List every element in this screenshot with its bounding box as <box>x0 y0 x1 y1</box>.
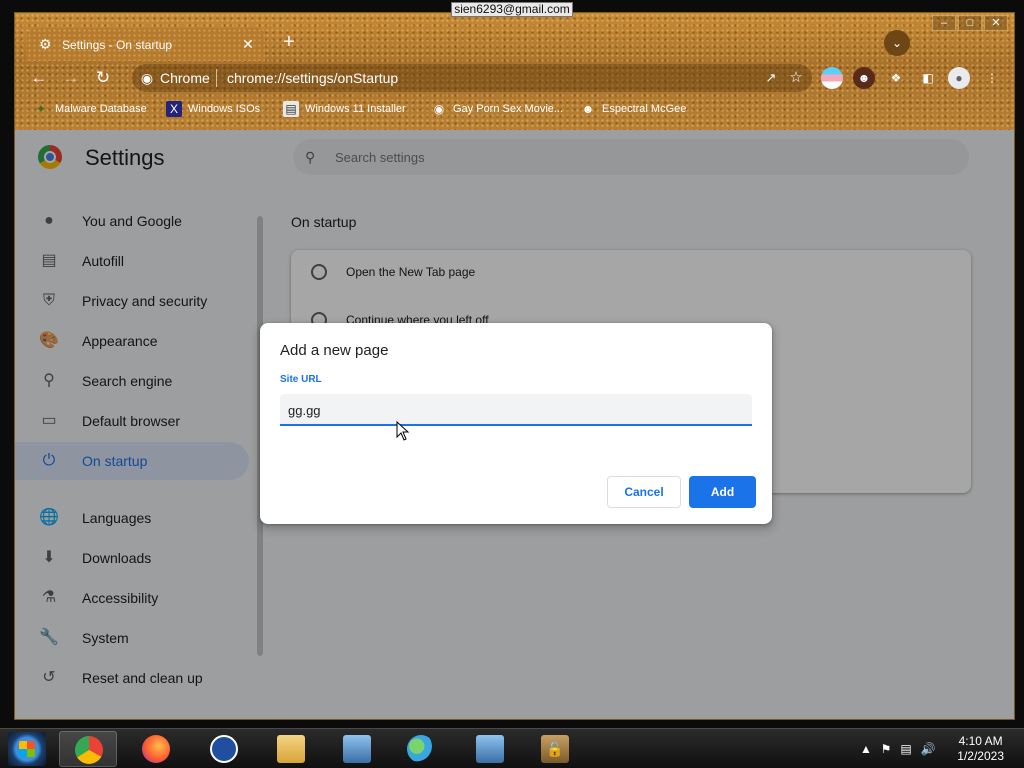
bookmark-label: Windows ISOs <box>188 103 261 115</box>
omnibox-url[interactable]: chrome://settings/onStartup <box>227 70 398 86</box>
tab-title: Settings - On startup <box>62 38 173 52</box>
toolbar: ← → ↻ ◉ Chrome chrome://settings/onStart… <box>15 61 1014 95</box>
side-panel-icon[interactable]: ◧ <box>917 67 939 89</box>
add-button[interactable]: Add <box>689 476 756 508</box>
chrome-site-icon[interactable]: ◉ <box>138 69 156 87</box>
network-icon[interactable]: ▤ <box>898 741 914 757</box>
bookmark-favicon-icon: X <box>166 101 182 117</box>
site-url-label: Site URL <box>280 374 322 385</box>
minimize-button[interactable]: – <box>932 15 956 31</box>
add-page-dialog: Add a new page Site URL Cancel Add <box>260 323 772 524</box>
taskbar-remote-2[interactable] <box>461 731 519 767</box>
taskbar-security[interactable]: 🔓 <box>526 731 584 767</box>
new-tab-button[interactable]: + <box>278 32 300 54</box>
bookmark-item[interactable]: ▤ Windows 11 Installer <box>283 99 406 119</box>
taskbar-app[interactable] <box>195 731 253 767</box>
mouse-cursor-icon <box>396 421 410 441</box>
tab-settings[interactable]: ⚙ Settings - On startup ✕ <box>27 28 265 61</box>
forward-icon[interactable]: → <box>59 66 83 90</box>
folder-icon <box>277 735 305 763</box>
campaign-logo-icon <box>210 735 238 763</box>
padlock-icon: 🔓 <box>541 735 569 763</box>
cancel-button[interactable]: Cancel <box>607 476 681 508</box>
site-url-field[interactable] <box>280 394 752 426</box>
account-email-tag: sien6293@gmail.com <box>451 2 573 17</box>
bookmark-item[interactable]: X Windows ISOs <box>166 99 260 119</box>
extension-avatar-icon[interactable]: ☻ <box>853 67 875 89</box>
omnibox-host: Chrome <box>160 70 210 86</box>
share-icon[interactable]: ↗ <box>762 69 780 87</box>
window-controls: – □ ✕ <box>932 15 1008 31</box>
omnibox[interactable]: ◉ Chrome chrome://settings/onStartup ↗ ☆ <box>132 64 812 92</box>
bookmark-label: Espectral McGee <box>602 103 687 115</box>
bookmark-label: Gay Porn Sex Movie... <box>453 103 564 115</box>
settings-page: Settings ⚲ ● You and Google ▤ Autofill ⛨ <box>15 130 1014 719</box>
close-window-button[interactable]: ✕ <box>984 15 1008 31</box>
taskbar-chrome[interactable] <box>59 731 117 767</box>
browser-frame: – □ ✕ ⚙ Settings - On startup ✕ + ⌄ ← → … <box>15 13 1014 130</box>
bookmark-star-icon[interactable]: ☆ <box>787 69 805 87</box>
start-button[interactable] <box>8 732 46 766</box>
menu-kebab-icon[interactable]: ⋮ <box>981 67 1003 89</box>
chrome-window: – □ ✕ ⚙ Settings - On startup ✕ + ⌄ ← → … <box>14 12 1015 720</box>
bookmarks-bar: ✦ Malware Database X Windows ISOs ▤ Wind… <box>15 97 1014 121</box>
extension-flag-icon[interactable] <box>821 67 843 89</box>
chrome-icon <box>75 736 103 764</box>
gear-icon: ⚙ <box>39 36 52 52</box>
bookmark-favicon-icon: ☻ <box>581 102 595 116</box>
firefox-icon <box>142 735 170 763</box>
people-icon <box>407 735 435 763</box>
clock[interactable]: 4:10 AM 1/2/2023 <box>957 734 1004 764</box>
bookmark-item[interactable]: ◉ Gay Porn Sex Movie... <box>431 99 563 119</box>
site-url-input[interactable] <box>288 400 738 420</box>
volume-icon[interactable]: 🔊 <box>920 741 936 757</box>
computer-icon <box>476 735 504 763</box>
taskbar-remote[interactable] <box>328 731 386 767</box>
bookmark-favicon-icon: ◉ <box>433 102 445 116</box>
clock-date: 1/2/2023 <box>957 749 1004 763</box>
reload-icon[interactable]: ↻ <box>91 66 115 90</box>
chevron-up-icon[interactable]: ▲ <box>858 741 874 757</box>
taskbar-explorer[interactable] <box>262 731 320 767</box>
tab-search-button[interactable]: ⌄ <box>884 30 910 56</box>
taskbar: 🔓 ▲ ⚑ ▤ 🔊 4:10 AM 1/2/2023 <box>0 728 1024 768</box>
bookmark-item[interactable]: ✦ Malware Database <box>33 99 147 119</box>
bookmark-label: Malware Database <box>55 103 147 115</box>
back-icon[interactable]: ← <box>27 66 51 90</box>
bookmark-label: Windows 11 Installer <box>305 103 406 115</box>
flag-icon[interactable]: ⚑ <box>878 741 894 757</box>
clock-time: 4:10 AM <box>958 734 1003 748</box>
taskbar-messenger[interactable] <box>392 731 450 767</box>
desktop: sien6293@gmail.com – □ ✕ ⚙ Settings - On… <box>0 0 1024 768</box>
bookmark-favicon-icon: ▤ <box>283 101 299 117</box>
close-tab-icon[interactable]: ✕ <box>239 35 257 53</box>
maximize-button[interactable]: □ <box>958 15 982 31</box>
bookmark-item[interactable]: ☻ Espectral McGee <box>580 99 687 119</box>
bookmark-favicon-icon: ✦ <box>35 102 47 116</box>
system-tray: ▲ ⚑ ▤ 🔊 4:10 AM 1/2/2023 <box>834 729 1024 768</box>
profile-icon[interactable]: ● <box>948 67 970 89</box>
computer-icon <box>343 735 371 763</box>
omnibox-divider <box>216 69 217 87</box>
dialog-title: Add a new page <box>280 342 389 359</box>
extensions-puzzle-icon[interactable]: ❖ <box>885 67 907 89</box>
taskbar-firefox[interactable] <box>127 731 185 767</box>
